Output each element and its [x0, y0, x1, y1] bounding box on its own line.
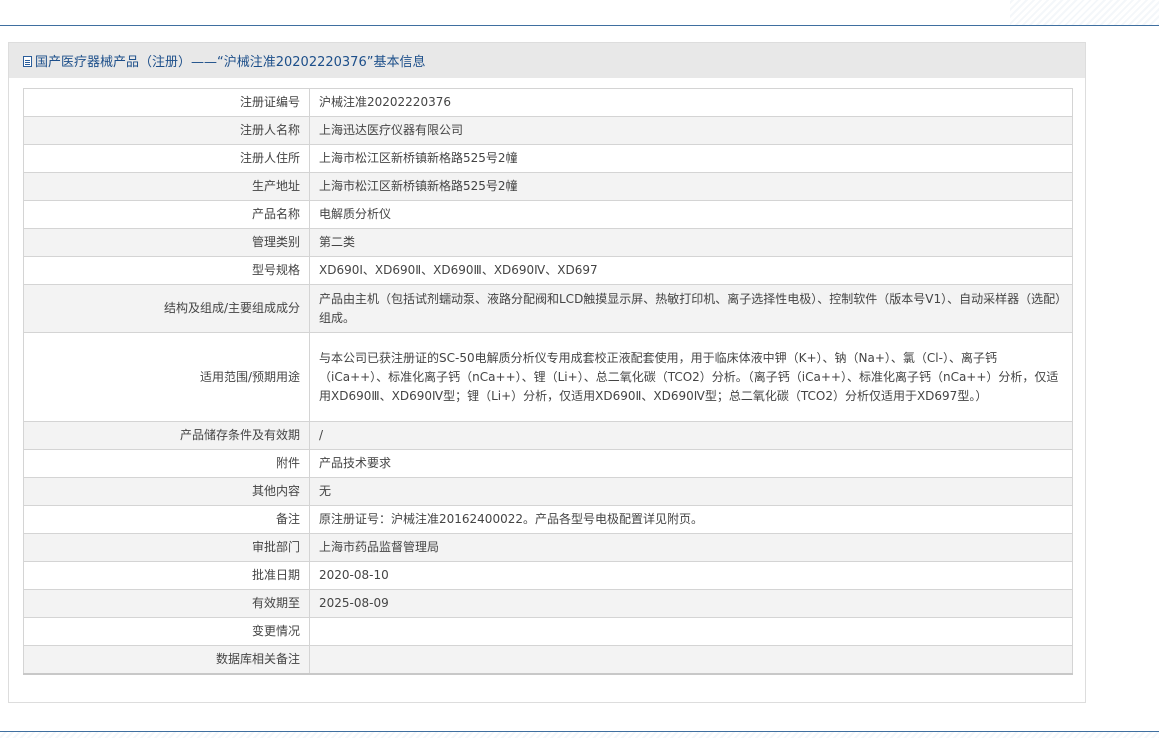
table-row: 型号规格 XD690Ⅰ、XD690Ⅱ、XD690Ⅲ、XD690Ⅳ、XD697	[23, 256, 1073, 285]
document-icon	[23, 55, 32, 67]
table-row: 注册人名称 上海迅达医疗仪器有限公司	[23, 116, 1073, 145]
row-label: 注册证编号	[23, 88, 310, 117]
row-value	[309, 645, 1073, 674]
row-label: 数据库相关备注	[23, 645, 310, 674]
row-label: 适用范围/预期用途	[23, 332, 310, 422]
row-value: 上海市松江区新桥镇新格路525号2幢	[309, 144, 1073, 173]
row-value: 沪械注准20202220376	[309, 88, 1073, 117]
row-value: 电解质分析仪	[309, 200, 1073, 229]
row-label: 其他内容	[23, 477, 310, 506]
row-value: XD690Ⅰ、XD690Ⅱ、XD690Ⅲ、XD690Ⅳ、XD697	[309, 256, 1073, 285]
table-row: 注册证编号 沪械注准20202220376	[23, 88, 1073, 117]
row-value: 2020-08-10	[309, 561, 1073, 590]
table-row: 产品名称 电解质分析仪	[23, 200, 1073, 229]
table-row: 附件 产品技术要求	[23, 449, 1073, 478]
panel-header: 国产医疗器械产品（注册）——“沪械注准20202220376”基本信息	[9, 43, 1085, 78]
row-value: 产品技术要求	[309, 449, 1073, 478]
row-value: 2025-08-09	[309, 589, 1073, 618]
page-title: 国产医疗器械产品（注册）——“沪械注准20202220376”基本信息	[35, 55, 426, 70]
row-value: /	[309, 421, 1073, 450]
table-row: 数据库相关备注	[23, 645, 1073, 674]
info-panel: 国产医疗器械产品（注册）——“沪械注准20202220376”基本信息 注册证编…	[8, 42, 1086, 703]
table-row: 批准日期 2020-08-10	[23, 561, 1073, 590]
row-label: 生产地址	[23, 172, 310, 201]
row-value: 原注册证号：沪械注准20162400022。产品各型号电极配置详见附页。	[309, 505, 1073, 534]
row-value: 上海迅达医疗仪器有限公司	[309, 116, 1073, 145]
row-label: 型号规格	[23, 256, 310, 285]
row-value: 与本公司已获注册证的SC-50电解质分析仪专用成套校正液配套使用，用于临床体液中…	[309, 332, 1073, 422]
row-label: 产品名称	[23, 200, 310, 229]
row-label: 批准日期	[23, 561, 310, 590]
table-row: 适用范围/预期用途 与本公司已获注册证的SC-50电解质分析仪专用成套校正液配套…	[23, 332, 1073, 422]
row-label: 结构及组成/主要组成成分	[23, 284, 310, 333]
row-label: 审批部门	[23, 533, 310, 562]
top-divider	[0, 0, 1159, 26]
row-value: 上海市松江区新桥镇新格路525号2幢	[309, 172, 1073, 201]
row-label: 注册人住所	[23, 144, 310, 173]
row-value: 上海市药品监督管理局	[309, 533, 1073, 562]
row-value	[309, 617, 1073, 646]
row-label: 管理类别	[23, 228, 310, 257]
row-value: 第二类	[309, 228, 1073, 257]
table-row: 注册人住所 上海市松江区新桥镇新格路525号2幢	[23, 144, 1073, 173]
table-row: 管理类别 第二类	[23, 228, 1073, 257]
row-label: 变更情况	[23, 617, 310, 646]
table-row: 变更情况	[23, 617, 1073, 646]
row-value: 产品由主机（包括试剂蠕动泵、液路分配阀和LCD触摸显示屏、热敏打印机、离子选择性…	[309, 284, 1073, 333]
row-label: 附件	[23, 449, 310, 478]
row-label: 有效期至	[23, 589, 310, 618]
table-row: 结构及组成/主要组成成分 产品由主机（包括试剂蠕动泵、液路分配阀和LCD触摸显示…	[23, 284, 1073, 333]
info-table: 注册证编号 沪械注准20202220376 注册人名称 上海迅达医疗仪器有限公司…	[23, 88, 1073, 675]
table-row: 有效期至 2025-08-09	[23, 589, 1073, 618]
table-row: 审批部门 上海市药品监督管理局	[23, 533, 1073, 562]
table-row: 产品储存条件及有效期 /	[23, 421, 1073, 450]
row-label: 产品储存条件及有效期	[23, 421, 310, 450]
row-label: 注册人名称	[23, 116, 310, 145]
table-row: 其他内容 无	[23, 477, 1073, 506]
row-value: 无	[309, 477, 1073, 506]
row-label: 备注	[23, 505, 310, 534]
table-row: 生产地址 上海市松江区新桥镇新格路525号2幢	[23, 172, 1073, 201]
table-row: 备注 原注册证号：沪械注准20162400022。产品各型号电极配置详见附页。	[23, 505, 1073, 534]
